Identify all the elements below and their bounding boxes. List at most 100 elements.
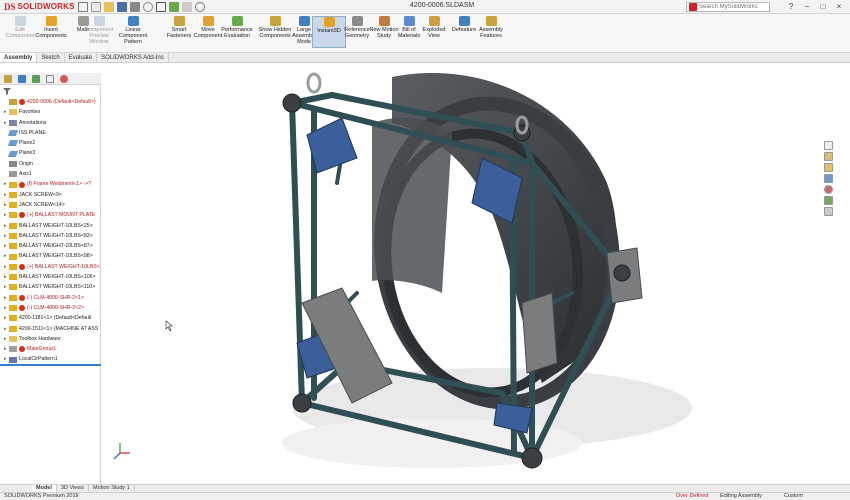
performance-evaluation-button[interactable]: Performance Evaluation xyxy=(220,16,254,39)
component-preview-window-icon xyxy=(93,16,105,26)
home-icon[interactable] xyxy=(78,1,88,12)
tab-evaluate[interactable]: Evaluate xyxy=(65,53,98,62)
tree-item[interactable]: ISS PLANE xyxy=(0,128,101,138)
design-library-icon[interactable] xyxy=(824,152,833,161)
tree-item-label: 4200-0006 (Default<Default>) xyxy=(27,99,96,105)
linear-component-pattern-button[interactable]: Linear Component Pattern xyxy=(116,16,150,45)
forum-icon[interactable] xyxy=(824,207,833,216)
tree-item[interactable]: ▸ 4200-1181<1> (Default<Default xyxy=(0,313,101,323)
select-arrow-icon[interactable] xyxy=(156,1,166,12)
edit-component-button[interactable]: Edit Component xyxy=(3,16,37,39)
undo-icon[interactable] xyxy=(143,1,153,12)
panel-divider[interactable] xyxy=(0,364,101,366)
tree-item[interactable]: ▸ JACK SCREW<14> xyxy=(0,200,101,210)
part-icon xyxy=(9,315,17,322)
exploded-view-icon xyxy=(428,16,440,26)
tree-item[interactable]: ▸ BALLAST WEIGHT-10LBS<98> xyxy=(0,251,101,261)
new-document-icon[interactable] xyxy=(91,1,101,12)
tree-item[interactable]: ▸ (-) CLM-4000-SHR-2<2> xyxy=(0,303,101,313)
feature-tree: 4200-0006 (Default<Default>) ▸ Favorites ▸ A… xyxy=(0,97,101,365)
open-folder-icon[interactable] xyxy=(104,1,114,12)
plane-icon xyxy=(7,130,19,137)
restore-icon[interactable]: □ xyxy=(818,1,828,11)
tree-item[interactable]: Axis1 xyxy=(0,169,101,179)
bottom-tab-3d-views[interactable]: 3D Views xyxy=(57,485,90,492)
tree-item-label: BALLAST WEIGHT-10LBS<25> xyxy=(19,222,93,229)
print-icon[interactable] xyxy=(130,1,140,12)
tree-item[interactable]: ▸ (f) Frame Weldment<1> ->? xyxy=(0,179,101,189)
tree-item[interactable]: ▸ Annotations xyxy=(0,118,101,128)
tree-item[interactable]: ▸ BALLAST WEIGHT-10LBS<87> xyxy=(0,241,101,251)
assembly-model[interactable] xyxy=(102,63,836,484)
tree-item[interactable]: ▸ BALLAST WEIGHT-10LBS<25> xyxy=(0,221,101,231)
ds-logo-mark: DS xyxy=(4,1,16,12)
tab-solidworks-add-ins[interactable]: SOLIDWORKS Add-Ins xyxy=(97,53,169,62)
graphics-area[interactable] xyxy=(102,63,836,484)
tree-item[interactable]: ▸ JACK SCREW<9> xyxy=(0,190,101,200)
tree-item[interactable]: ▸ 4200-1511<1> (MACHINE AT ASS xyxy=(0,324,101,334)
smart-fasteners-icon xyxy=(173,16,185,26)
tree-item-label: BALLAST WEIGHT-10LBS<83> xyxy=(19,232,93,239)
bottom-tab-model[interactable]: Model xyxy=(32,485,57,492)
tree-item[interactable]: ▸ (-) CLM-4000-SHR-2<1> xyxy=(0,293,101,303)
instant3d-icon xyxy=(323,17,335,27)
tab-sketch[interactable]: Sketch xyxy=(37,53,65,62)
tree-item[interactable]: Origin xyxy=(0,159,101,169)
tab-assembly[interactable]: Assembly xyxy=(0,53,38,62)
bottom-tab-motion-study-1[interactable]: Motion Study 1 xyxy=(89,485,135,492)
tree-item[interactable]: ▸ (+) BALLAST MOUNT PLATE xyxy=(0,210,101,220)
tree-item[interactable]: ▸ BALLAST WEIGHT-10LBS<106> xyxy=(0,272,101,282)
tree-item[interactable]: ▸ (+) BALLAST WEIGHT-10LBS< xyxy=(0,262,101,272)
rebuild-icon[interactable] xyxy=(169,1,179,12)
part-icon xyxy=(9,212,17,219)
error-icon xyxy=(19,181,25,188)
help-icon[interactable]: ? xyxy=(786,1,796,11)
tree-item[interactable]: ▸ Toolbox Hardware xyxy=(0,334,101,344)
part-icon xyxy=(9,222,17,229)
window-controls: ? − □ × xyxy=(786,1,844,11)
command-label: Exploded View xyxy=(422,27,446,39)
file-properties-icon[interactable] xyxy=(182,1,192,12)
component-preview-window-button[interactable]: Component Preview Window xyxy=(82,16,116,45)
tree-item[interactable]: Plane3 xyxy=(0,148,101,158)
options-gear-icon[interactable] xyxy=(195,1,205,12)
search-box[interactable] xyxy=(686,2,770,12)
tree-item[interactable]: ▸ Favorites xyxy=(0,107,101,117)
search-input[interactable] xyxy=(699,4,769,10)
error-icon xyxy=(19,294,25,301)
tree-item-label: BALLAST WEIGHT-10LBS<87> xyxy=(19,243,93,250)
configuration-manager-tab-icon[interactable] xyxy=(32,74,40,83)
dimxpert-tab-icon[interactable] xyxy=(46,74,54,83)
tree-item[interactable]: ▸ BALLAST WEIGHT-10LBS<83> xyxy=(0,231,101,241)
save-icon[interactable] xyxy=(117,1,127,12)
minimize-icon[interactable]: − xyxy=(802,1,812,11)
display-manager-tab-icon[interactable] xyxy=(60,74,68,83)
view-palette-icon[interactable] xyxy=(824,174,833,183)
filter-icon[interactable] xyxy=(2,86,12,96)
exploded-view-button[interactable]: Exploded View xyxy=(417,16,451,39)
assembly-features-button[interactable]: Assembly Features xyxy=(474,16,508,39)
reference-triad xyxy=(113,443,130,460)
insert-components-button[interactable]: Insert Components xyxy=(34,16,68,39)
tree-item[interactable]: ▸ MateGroup1 xyxy=(0,344,101,354)
units-selector[interactable]: Custom xyxy=(784,493,803,500)
bottom-tabs: Model 3D Views Motion Study 1 xyxy=(0,484,850,492)
command-label: Edit Component xyxy=(5,27,35,39)
brand-name: SOLIDWORKS xyxy=(17,2,75,11)
tree-item[interactable]: ▸ BALLAST WEIGHT-10LBS<110> xyxy=(0,282,101,292)
close-icon[interactable]: × xyxy=(834,1,844,11)
file-explorer-icon[interactable] xyxy=(824,163,833,172)
custom-properties-icon[interactable] xyxy=(824,196,833,205)
solidworks-resources-icon[interactable] xyxy=(824,141,833,150)
appearances-icon[interactable] xyxy=(824,185,833,194)
ring-housing[interactable] xyxy=(362,72,632,418)
over-defined-status[interactable]: Over Defined xyxy=(676,493,708,500)
feature-manager-tab-icon[interactable] xyxy=(4,74,12,83)
show-hidden-components-icon xyxy=(269,16,281,26)
tree-item[interactable]: 4200-0006 (Default<Default>) xyxy=(0,97,101,107)
error-icon xyxy=(19,212,25,219)
command-manager: Edit Component Insert Components Mate Compo… xyxy=(0,14,850,53)
property-manager-tab-icon[interactable] xyxy=(18,74,26,83)
solidworks-logo[interactable]: DS SOLIDWORKS xyxy=(0,0,74,14)
tree-item[interactable]: Plane2 xyxy=(0,138,101,148)
